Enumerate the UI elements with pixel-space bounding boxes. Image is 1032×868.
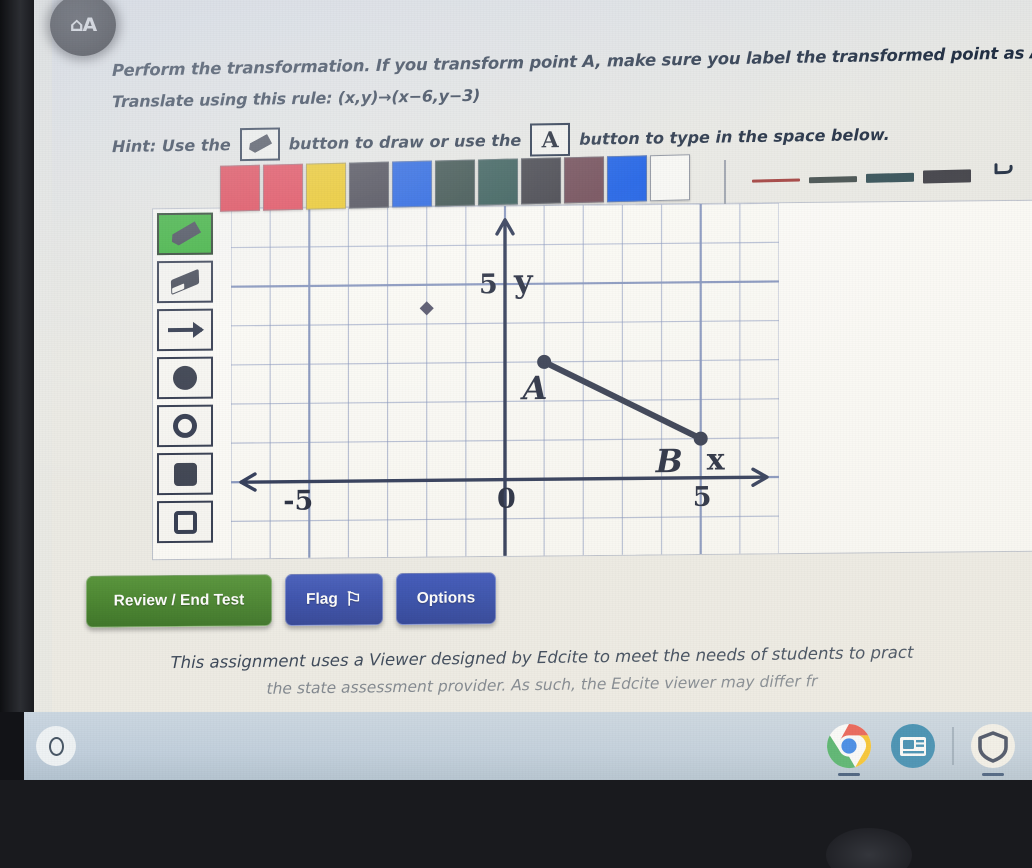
hint-suffix-label: button to type in the space below. (579, 124, 890, 149)
laptop-bezel-left (0, 0, 34, 712)
thick-line[interactable] (866, 172, 914, 183)
color-swatch-5[interactable] (435, 159, 475, 207)
review-end-test-label: Review / End Test (113, 591, 245, 610)
chrome-running-indicator (838, 773, 860, 776)
chrome-icon[interactable] (824, 721, 874, 776)
assignment-page: Perform the transformation. If you trans… (52, 0, 1032, 712)
pencil-icon (247, 134, 272, 155)
chromeos-shelf[interactable] (24, 712, 1032, 780)
options-label: Options (416, 589, 476, 607)
eraser-icon (170, 268, 200, 296)
coordinate-graph[interactable]: y x -5 0 5 5 A B (231, 203, 779, 561)
filled-square-tool[interactable] (157, 452, 213, 496)
launcher-icon[interactable] (36, 726, 76, 766)
color-swatch-10[interactable] (650, 154, 690, 202)
color-swatch-0[interactable] (220, 164, 260, 212)
eraser-tool[interactable] (157, 260, 213, 304)
color-swatch-1[interactable] (263, 163, 303, 211)
laptop-screen: Perform the transformation. If you trans… (24, 0, 1032, 782)
footer-line-1: This assignment uses a Viewer designed b… (170, 642, 914, 673)
text-tool-letter: A (541, 126, 559, 153)
color-swatch-3[interactable] (349, 161, 389, 209)
open-circle-tool[interactable] (157, 404, 213, 448)
options-button[interactable]: Options (396, 572, 496, 626)
launcher-glyph (48, 736, 64, 756)
news-app-icon[interactable] (888, 721, 938, 771)
x-tick-label: 0 (497, 484, 516, 515)
line-width-picker[interactable] (752, 169, 971, 187)
point-marker-B[interactable] (693, 431, 708, 446)
filled-circle-tool[interactable] (157, 356, 213, 400)
filled-circle-icon (173, 365, 197, 391)
filled-square-icon (173, 462, 197, 486)
arrow-icon (168, 327, 202, 333)
point-label-A: A (520, 369, 548, 407)
hint-middle-label: button to draw or use the (288, 130, 522, 154)
point-label-B: B (655, 442, 683, 480)
flag-icon: ⚐ (344, 588, 362, 611)
flag-button[interactable]: Flag ⚐ (285, 573, 383, 627)
hint-prefix-label: Hint: Use the (112, 135, 231, 157)
pencil-icon (169, 221, 201, 247)
color-swatch-4[interactable] (392, 160, 432, 208)
undo-redo-group[interactable] (990, 157, 1032, 185)
hint-draw-button[interactable] (239, 127, 280, 162)
screen-photo: Perform the transformation. If you trans… (0, 0, 1032, 868)
toolbar-divider (724, 159, 726, 205)
very-thick-line[interactable] (923, 169, 971, 184)
open-square-tool[interactable] (157, 500, 213, 544)
corner-badge-glyph: ⌂A (69, 14, 97, 36)
review-end-test-button[interactable]: Review / End Test (86, 574, 272, 628)
color-swatch-6[interactable] (478, 158, 518, 206)
line-arrow-tool[interactable] (157, 308, 213, 352)
shelf-divider (952, 727, 954, 765)
undo-icon[interactable] (990, 158, 1016, 185)
hint-text-button[interactable]: A (530, 122, 571, 157)
y-tick-label: 5 (479, 269, 498, 300)
bottom-button-row[interactable]: Review / End Test Flag ⚐ Options (86, 572, 496, 628)
y-axis-label: y (513, 262, 534, 300)
hint-row: Hint: Use the button to draw or use the … (112, 118, 890, 163)
x-tick-label: -5 (283, 485, 313, 516)
medium-line[interactable] (809, 175, 857, 183)
footer-line-2: the state assessment provider. As such, … (266, 672, 818, 698)
open-circle-icon (173, 413, 197, 439)
question-line-1: Perform the transformation. If you trans… (112, 42, 1032, 81)
drawing-toolstrip[interactable] (157, 212, 219, 544)
open-square-icon (173, 510, 197, 534)
footer-note: This assignment uses a Viewer designed b… (52, 641, 1032, 701)
answer-canvas-panel[interactable]: y x -5 0 5 5 A B (152, 199, 1032, 561)
x-axis-label: x (707, 443, 726, 478)
flag-label: Flag (306, 590, 338, 608)
color-swatch-7[interactable] (521, 157, 561, 205)
shelf-icon-group[interactable] (824, 721, 1018, 776)
color-swatch-8[interactable] (564, 156, 604, 204)
pencil-tool[interactable] (157, 212, 213, 256)
color-swatch-9[interactable] (607, 155, 647, 203)
point-marker-A[interactable] (537, 354, 552, 369)
laptop-bezel-bottom (0, 780, 1032, 868)
shield-running-indicator (982, 773, 1004, 776)
shield-icon[interactable] (968, 721, 1018, 776)
x-tick-label: 5 (693, 482, 712, 513)
color-swatch-2[interactable] (306, 162, 346, 210)
thin-line[interactable] (752, 178, 800, 183)
question-line-2: Translate using this rule: (x,y)→(x−6,y−… (112, 85, 481, 112)
